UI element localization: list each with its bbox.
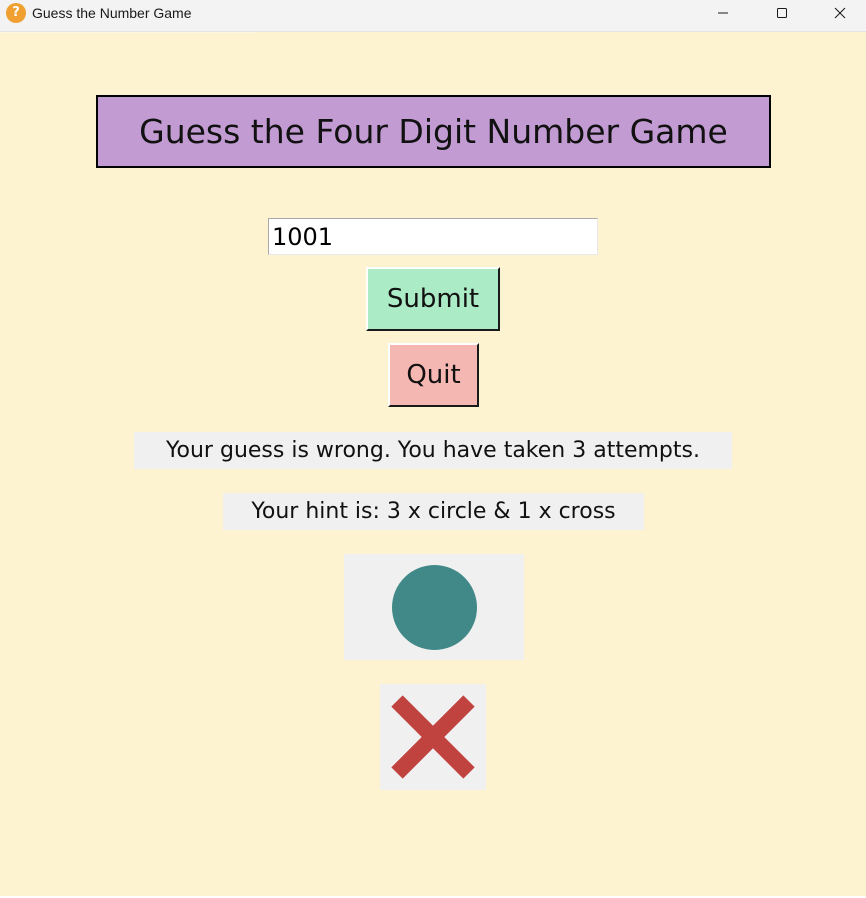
close-button[interactable] <box>811 0 866 26</box>
minimize-icon <box>718 12 728 14</box>
circle-icon <box>391 564 477 650</box>
minimize-button[interactable] <box>694 0 752 26</box>
status-message: Your guess is wrong. You have taken 3 at… <box>134 432 732 469</box>
maximize-button[interactable] <box>753 0 811 26</box>
hint-cross-box <box>380 684 486 790</box>
cross-icon <box>391 695 475 779</box>
hint-message: Your hint is: 3 x circle & 1 x cross <box>223 493 644 530</box>
title-bar[interactable]: ? Guess the Number Game <box>0 0 866 32</box>
guess-input[interactable] <box>268 218 598 255</box>
page-title: Guess the Four Digit Number Game <box>96 95 771 168</box>
quit-button[interactable]: Quit <box>388 343 479 407</box>
content-edge <box>0 32 256 33</box>
window-title: Guess the Number Game <box>32 5 192 21</box>
question-mark-icon: ? <box>6 3 26 23</box>
app-window: ? Guess the Number Game Guess the Four D… <box>0 0 866 898</box>
submit-button[interactable]: Submit <box>366 267 500 331</box>
close-icon <box>834 7 846 19</box>
hint-circle-box <box>344 554 524 660</box>
maximize-icon <box>777 8 787 18</box>
